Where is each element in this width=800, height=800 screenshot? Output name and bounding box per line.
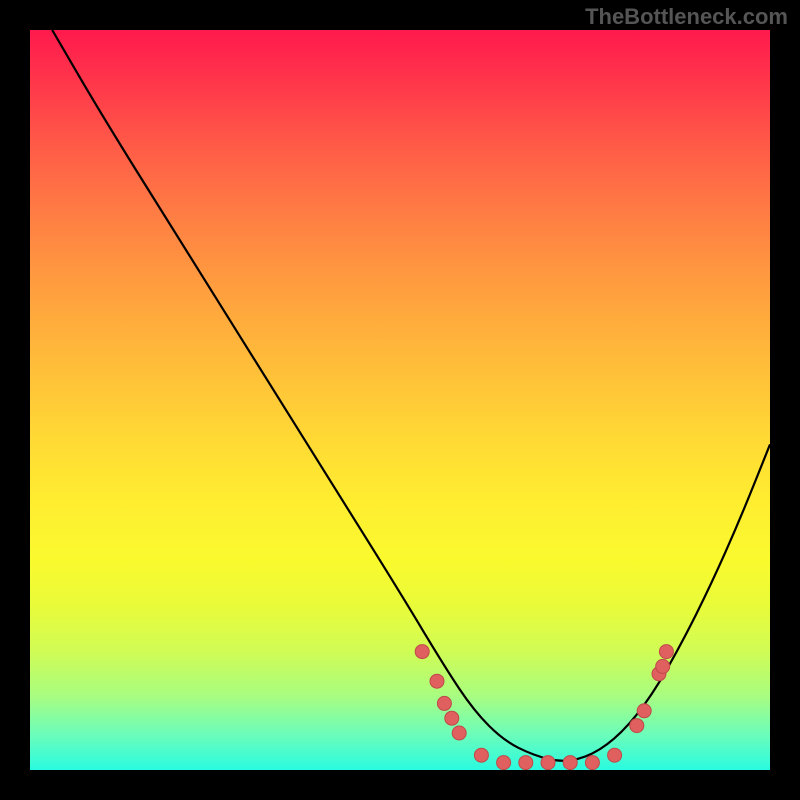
scatter-dot bbox=[541, 756, 555, 770]
scatter-dot bbox=[497, 756, 511, 770]
scatter-dot bbox=[430, 674, 444, 688]
scatter-dots bbox=[415, 645, 673, 770]
chart-svg bbox=[30, 30, 770, 770]
scatter-dot bbox=[474, 748, 488, 762]
scatter-dot bbox=[637, 704, 651, 718]
scatter-dot bbox=[585, 756, 599, 770]
chart-plot-area bbox=[30, 30, 770, 770]
watermark-text: TheBottleneck.com bbox=[585, 4, 788, 30]
scatter-dot bbox=[659, 645, 673, 659]
scatter-dot bbox=[452, 726, 466, 740]
scatter-dot bbox=[519, 756, 533, 770]
scatter-dot bbox=[656, 659, 670, 673]
scatter-dot bbox=[415, 645, 429, 659]
scatter-dot bbox=[437, 696, 451, 710]
scatter-dot bbox=[630, 719, 644, 733]
scatter-dot bbox=[445, 711, 459, 725]
scatter-dot bbox=[608, 748, 622, 762]
scatter-dot bbox=[563, 756, 577, 770]
